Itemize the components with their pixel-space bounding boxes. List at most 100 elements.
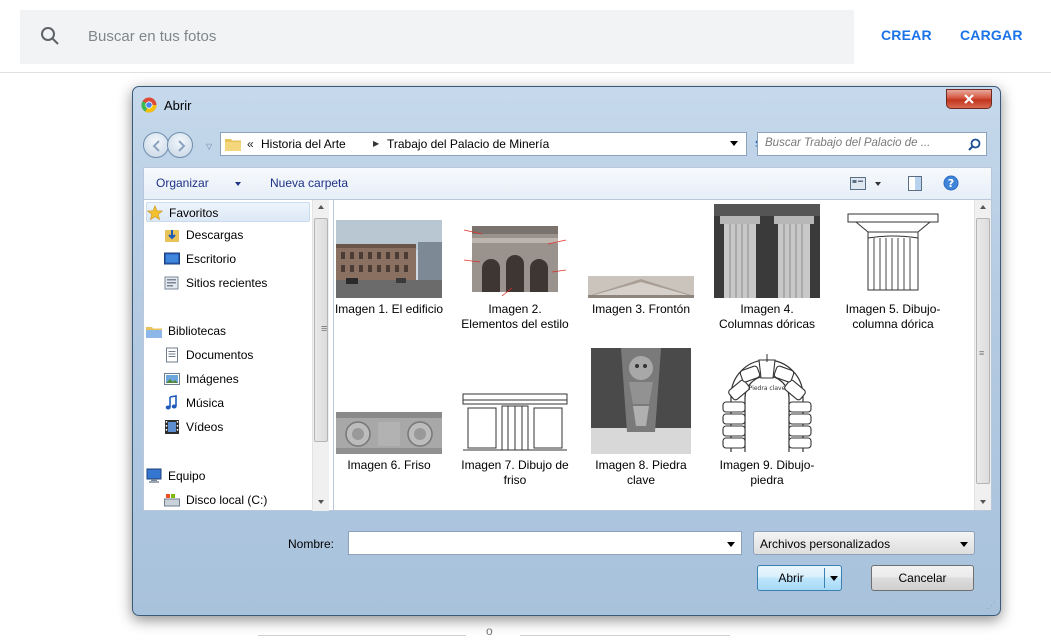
file-type-value: Archivos personalizados: [760, 537, 891, 551]
navigation-pane: Favoritos Descargas Escritorio Sitios re…: [143, 199, 333, 511]
file-scrollbar[interactable]: ≡: [974, 200, 991, 510]
keystone-drawing-label: Piedra clave: [749, 385, 786, 392]
nav-label: Disco local (C:): [186, 493, 268, 507]
open-button[interactable]: Abrir: [757, 565, 842, 591]
arrow-right-icon: [178, 140, 186, 152]
breadcrumb-historia[interactable]: Historia del Arte: [261, 137, 346, 151]
address-bar[interactable]: « Historia del Arte ▶ Trabajo del Palaci…: [220, 132, 747, 156]
search-icon: [41, 27, 59, 45]
videos-filmstrip-icon: [165, 420, 179, 434]
file-item[interactable]: Imagen 2. Elementos del estilo: [460, 210, 570, 360]
help-icon[interactable]: ?: [943, 175, 959, 191]
organize-dropdown-icon[interactable]: [235, 182, 241, 186]
file-name: Imagen 3. Frontón: [591, 302, 691, 316]
svg-text:?: ?: [948, 177, 954, 190]
pane-splitter-grip[interactable]: ≡: [321, 323, 327, 335]
new-folder-button[interactable]: Nueva carpeta: [270, 176, 348, 190]
change-view-icon[interactable]: [850, 177, 866, 190]
scroll-up-icon[interactable]: [318, 205, 324, 209]
address-dropdown-icon[interactable]: [730, 141, 738, 146]
divider-left: [258, 635, 466, 636]
file-item[interactable]: Imagen 6. Friso: [334, 366, 444, 516]
file-name-input[interactable]: [348, 531, 742, 555]
close-button[interactable]: [946, 89, 992, 109]
pictures-icon: [164, 373, 180, 385]
recent-pages-dropdown[interactable]: ▽: [206, 142, 212, 151]
scroll-down-icon[interactable]: [980, 500, 986, 504]
photo-columns-icon: [714, 204, 820, 298]
forward-button[interactable]: [167, 132, 193, 158]
open-button-label: Abrir: [778, 571, 804, 585]
recent-places-icon: [164, 276, 179, 290]
nav-label: Sitios recientes: [186, 276, 268, 290]
nav-label: Escritorio: [186, 252, 237, 266]
file-name: Imagen 9. Dibujo-piedra: [719, 458, 815, 487]
chrome-icon: [141, 97, 157, 113]
organize-menu[interactable]: Organizar: [156, 176, 209, 190]
file-name: Imagen 1. El edificio: [334, 302, 444, 316]
scroll-grip-icon: ≡: [979, 348, 985, 358]
nav-item-favorites[interactable]: Favoritos: [146, 202, 310, 222]
file-list-pane: Imagen 1. El edificio Imagen 2. Elemento…: [333, 199, 992, 511]
music-note-icon: [165, 395, 177, 410]
drawing-frieze-icon: [462, 392, 568, 454]
file-item[interactable]: Imagen 8. Piedra clave: [586, 348, 696, 516]
folder-search-input[interactable]: Buscar Trabajo del Palacio de ...: [757, 132, 987, 156]
file-name: Imagen 7. Dibujo de friso: [461, 458, 569, 487]
file-item[interactable]: Imagen 7. Dibujo de friso: [460, 366, 570, 516]
file-name: Imagen 2. Elementos del estilo: [461, 302, 569, 331]
divider-right: [520, 635, 730, 636]
file-name: Imagen 6. Friso: [347, 458, 431, 472]
file-name: Imagen 8. Piedra clave: [595, 458, 687, 487]
computer-icon: [146, 468, 162, 483]
scroll-down-icon[interactable]: [318, 500, 324, 504]
cancel-button[interactable]: Cancelar: [871, 565, 974, 591]
view-dropdown-icon[interactable]: [875, 182, 881, 186]
title-bar[interactable]: Abrir: [133, 87, 1000, 123]
search-bar[interactable]: Buscar en tus fotos: [20, 10, 854, 64]
drawing-column-icon: [840, 204, 946, 298]
star-icon: [147, 205, 163, 221]
open-options-dropdown-icon[interactable]: [830, 576, 838, 581]
file-type-select[interactable]: Archivos personalizados: [753, 531, 975, 555]
nav-label: Equipo: [168, 469, 206, 483]
file-name: Imagen 4. Columnas dóricas: [718, 302, 816, 331]
file-item[interactable]: Piedra clave Imagen 9. Dibujo-piedra: [712, 348, 822, 516]
back-button[interactable]: [143, 132, 169, 158]
nav-label: Imágenes: [186, 372, 239, 386]
desktop-icon: [164, 252, 180, 265]
arrow-left-icon: [152, 140, 160, 152]
file-name-dropdown-icon[interactable]: [727, 542, 735, 547]
file-name-label: Nombre:: [288, 537, 335, 551]
preview-pane-icon[interactable]: [908, 176, 922, 191]
resize-grip-icon[interactable]: ⋰: [987, 600, 996, 611]
folder-search-placeholder: Buscar Trabajo del Palacio de ...: [765, 137, 931, 149]
create-button[interactable]: CREAR: [881, 27, 932, 43]
drawing-keystone-icon: Piedra clave: [717, 348, 817, 454]
file-item[interactable]: Imagen 1. El edificio: [334, 210, 444, 360]
scroll-up-icon[interactable]: [980, 205, 986, 209]
libraries-icon: [146, 327, 162, 338]
nav-scrollbar[interactable]: [312, 200, 329, 511]
nav-label: Favoritos: [169, 206, 219, 220]
photo-facade-icon: [462, 220, 568, 298]
photo-keystone-icon: [591, 348, 691, 454]
open-file-dialog: Abrir ▽ « Historia del Arte ▶ Trabajo de…: [132, 86, 1001, 616]
breadcrumb-separator-icon[interactable]: ▶: [373, 139, 379, 148]
divider-text: o: [486, 624, 493, 638]
dialog-title: Abrir: [164, 98, 192, 113]
breadcrumb-overflow[interactable]: «: [247, 137, 254, 151]
file-item[interactable]: Imagen 3. Frontón: [586, 210, 696, 360]
nav-label: Vídeos: [186, 420, 224, 434]
open-button-split: [824, 568, 825, 588]
nav-label: Documentos: [186, 348, 254, 362]
file-name: Imagen 5. Dibujo-columna dórica: [845, 302, 941, 331]
file-item[interactable]: Imagen 4. Columnas dóricas: [712, 204, 822, 360]
upload-button[interactable]: CARGAR: [960, 27, 1023, 43]
chevron-down-icon: [960, 542, 968, 547]
downloads-folder-icon: [165, 230, 179, 242]
search-placeholder[interactable]: Buscar en tus fotos: [88, 28, 216, 45]
photo-building-icon: [336, 220, 442, 298]
breadcrumb-trabajo[interactable]: Trabajo del Palacio de Minería: [387, 137, 549, 151]
file-item[interactable]: Imagen 5. Dibujo-columna dórica: [838, 204, 948, 360]
